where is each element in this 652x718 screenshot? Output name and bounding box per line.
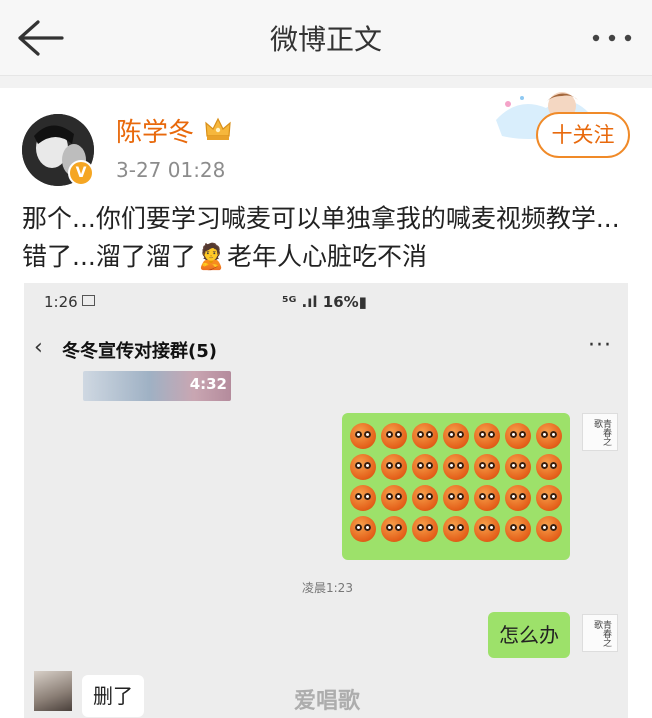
emoji-icon bbox=[474, 454, 500, 480]
emoji-icon bbox=[412, 454, 438, 480]
emoji-icon bbox=[536, 423, 562, 449]
emoji-icon bbox=[443, 454, 469, 480]
emoji-icon bbox=[536, 485, 562, 511]
emoji-grid bbox=[350, 423, 562, 547]
emoji-icon bbox=[350, 454, 376, 480]
top-nav-bar: 微博正文 bbox=[0, 0, 652, 76]
emoji-icon bbox=[505, 454, 531, 480]
emoji-icon bbox=[350, 485, 376, 511]
page-title: 微博正文 bbox=[269, 23, 382, 56]
emoji-icon bbox=[443, 485, 469, 511]
emoji-icon bbox=[412, 485, 438, 511]
emoji-message-bubble bbox=[342, 413, 570, 560]
post-text: 那个...你们要学习喊麦可以单独拿我的喊麦视频教学...错了...溜了溜了🙎老年… bbox=[22, 204, 620, 271]
emoji-icon bbox=[381, 485, 407, 511]
receiver-avatar bbox=[34, 671, 72, 711]
emoji-icon bbox=[381, 516, 407, 542]
sender-avatar: 青春之歌 bbox=[582, 413, 618, 451]
chat-timestamp: 凌晨1:23 bbox=[302, 581, 353, 595]
calligraphy-text: 青春之歌 bbox=[592, 620, 611, 647]
emoji-icon bbox=[505, 516, 531, 542]
emoji-icon bbox=[443, 516, 469, 542]
chat-back-icon: ‹ bbox=[34, 335, 43, 360]
crown-icon bbox=[205, 117, 231, 140]
emoji-icon bbox=[443, 423, 469, 449]
calligraphy-text: 青春之歌 bbox=[592, 419, 611, 446]
emoji-icon bbox=[474, 423, 500, 449]
emoji-icon bbox=[350, 516, 376, 542]
message-bubble-left: 删了 bbox=[82, 675, 144, 717]
emoji-icon bbox=[350, 423, 376, 449]
status-indicators: ⁵ᴳ .ıl 16%▮ bbox=[282, 293, 367, 311]
emoji-icon bbox=[474, 516, 500, 542]
watermark: 爱唱歌 bbox=[294, 689, 361, 714]
message-bubble-right: 怎么办 bbox=[488, 612, 570, 658]
username[interactable]: 陈学冬 bbox=[116, 112, 194, 149]
chat-title: 冬冬宣传对接群(5) bbox=[62, 341, 217, 362]
verified-icon: V bbox=[68, 160, 94, 186]
emoji-icon bbox=[505, 485, 531, 511]
chat-more-icon: ··· bbox=[588, 333, 612, 358]
emoji-icon bbox=[381, 454, 407, 480]
emoji-icon bbox=[536, 454, 562, 480]
emoji-icon bbox=[412, 423, 438, 449]
emoji-icon bbox=[381, 423, 407, 449]
emoji-icon bbox=[412, 516, 438, 542]
status-time: 1:26 bbox=[44, 293, 78, 311]
video-duration: 4:32 bbox=[189, 375, 227, 393]
embedded-screenshot: 1:26 ⁵ᴳ .ıl 16%▮ ‹ 冬冬宣传对接群(5) ··· 4:32 青… bbox=[24, 283, 628, 718]
more-dots-icon[interactable] bbox=[586, 20, 638, 56]
follow-button[interactable]: 十关注 bbox=[536, 112, 630, 158]
emoji-icon bbox=[474, 485, 500, 511]
video-thumbnail: 4:32 bbox=[83, 371, 231, 401]
emoji-icon bbox=[536, 516, 562, 542]
post-timestamp: 3-27 01:28 bbox=[116, 158, 226, 182]
emoji-icon bbox=[505, 423, 531, 449]
sender-avatar: 青春之歌 bbox=[582, 614, 618, 652]
image-status-icon bbox=[82, 295, 95, 306]
